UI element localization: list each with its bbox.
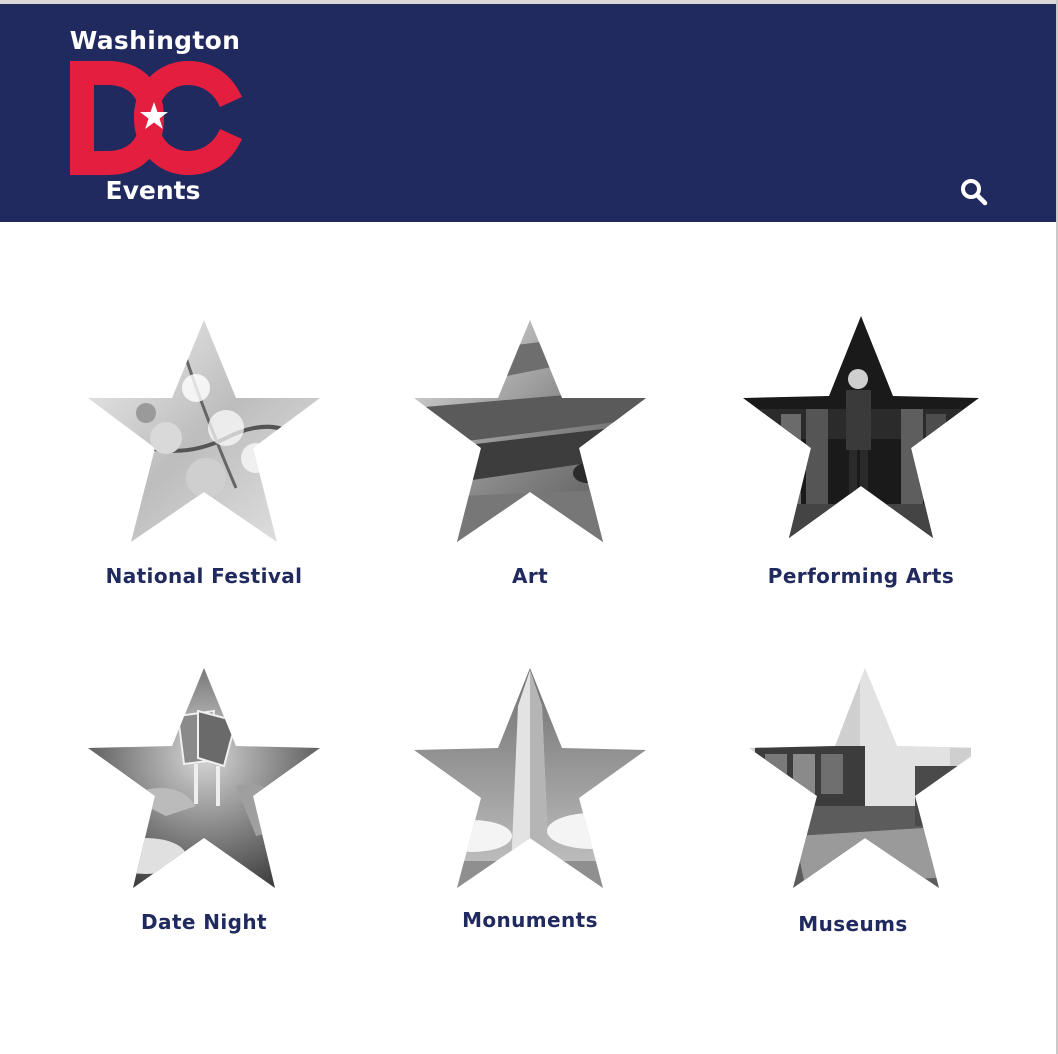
category-card-date-night[interactable]: Date Night <box>74 666 334 946</box>
search-icon <box>961 179 988 206</box>
category-card-art[interactable]: Art <box>400 318 660 598</box>
stage-singer-photo <box>743 316 979 538</box>
category-card-museums[interactable]: Museums <box>723 666 983 946</box>
site-logo[interactable]: Washington Events <box>60 24 250 214</box>
category-card-performing-arts[interactable]: Performing Arts <box>731 314 991 598</box>
paint-brushes-photo <box>414 320 646 542</box>
washington-monument-photo <box>414 668 646 888</box>
logo-bottom-text: Events <box>105 176 201 205</box>
category-label: Date Night <box>141 910 267 934</box>
category-card-national-festival[interactable]: National Festival <box>74 318 334 598</box>
logo-top-text: Washington <box>69 26 241 55</box>
cherry-blossom-photo <box>88 320 320 542</box>
category-label: Performing Arts <box>767 564 955 588</box>
category-label: Monuments <box>462 908 598 932</box>
search-button[interactable] <box>958 176 990 208</box>
category-label: National Festival <box>105 564 303 588</box>
category-card-monuments[interactable]: Monuments <box>400 666 660 946</box>
museum-building-photo <box>749 668 971 888</box>
category-label: Art <box>511 564 549 588</box>
wine-glasses-toast-photo <box>88 668 320 888</box>
category-label: Museums <box>798 912 908 936</box>
logo-dc-mark <box>70 61 242 175</box>
site-header: Washington Events <box>0 4 1056 222</box>
